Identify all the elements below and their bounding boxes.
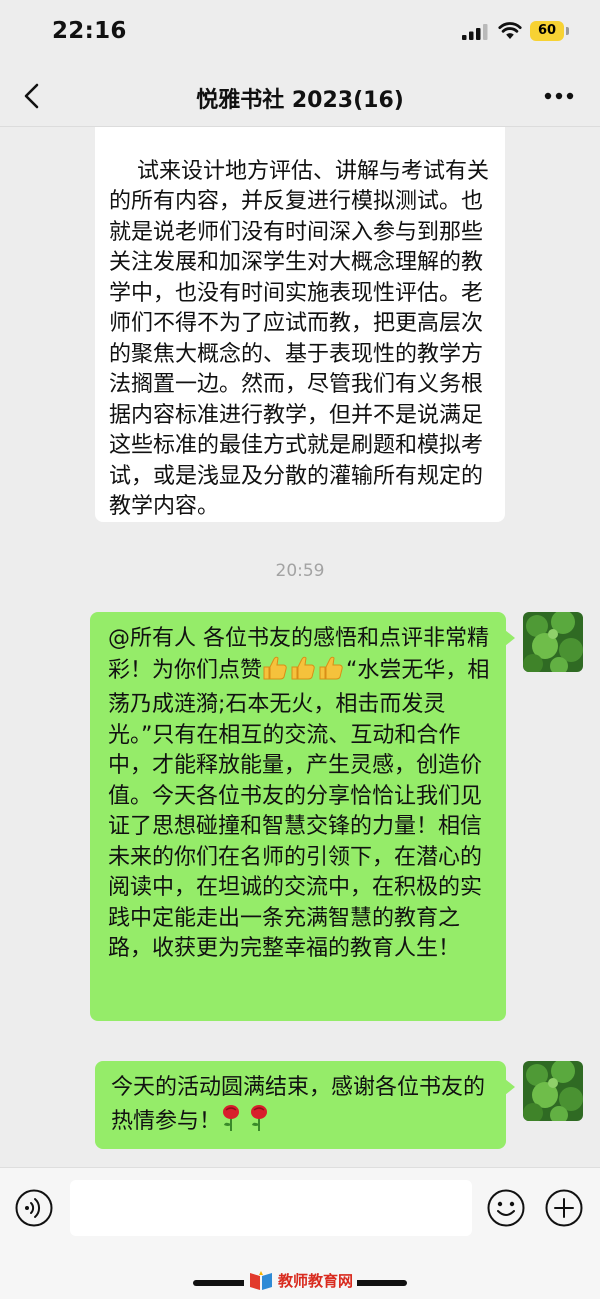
message-input[interactable] [70,1180,472,1236]
chat-message-list[interactable]: 试来设计地方评估、讲解与考试有关的所有内容，并反复进行模拟测试。也就是说老师们没… [0,127,600,1167]
wifi-icon [498,22,522,39]
chat-title: 悦雅书社 2023(16) [196,88,404,113]
battery-tip [566,27,569,35]
status-time: 22:16 [52,18,127,44]
back-chevron-icon[interactable] [20,82,44,110]
thumbs-up-emoji-icon [262,655,346,691]
message-bubble-incoming[interactable]: 试来设计地方评估、讲解与考试有关的所有内容，并反复进行模拟测试。也就是说老师们没… [95,127,505,522]
clover-avatar-icon [523,1061,583,1121]
chat-header: 悦雅书社 2023(16) [0,66,600,127]
voice-icon[interactable] [14,1188,54,1228]
status-bar: 22:16 60 [0,0,600,66]
message-text: “水尝无华，相荡乃成涟漪;石本无火，相击而发灵光。”只有在相互的交流、互动和合作… [108,657,490,962]
message-input-bar: 教师教育网 [0,1167,600,1299]
clover-avatar-icon [523,612,583,672]
more-options-icon[interactable] [544,92,574,100]
message-text: 今天的活动圆满结束，感谢各位书友的热情参与！ [111,1075,486,1134]
watermark-text: 教师教育网 [278,1271,354,1290]
signal-icon [462,24,488,40]
avatar[interactable] [523,1061,583,1121]
message-bubble-outgoing[interactable]: 今天的活动圆满结束，感谢各位书友的热情参与！ [95,1061,515,1149]
watermark: 教师教育网 [244,1268,358,1292]
battery-level: 60 [537,23,557,38]
rose-emoji-icon [221,1104,277,1142]
book-logo-icon [250,1271,272,1290]
message-bubble-outgoing[interactable]: @所有人 各位书友的感悟和点评非常精彩！为你们点赞 “水尝无华，相荡乃成涟漪;石本… [90,612,515,1021]
message-text: 试来设计地方评估、讲解与考试有关的所有内容，并反复进行模拟测试。也就是说老师们没… [109,158,489,520]
message-timestamp: 20:59 [275,561,325,581]
avatar[interactable] [523,612,583,672]
battery-icon: 60 [530,21,564,41]
emoji-icon[interactable] [486,1188,526,1228]
plus-icon[interactable] [544,1188,584,1228]
